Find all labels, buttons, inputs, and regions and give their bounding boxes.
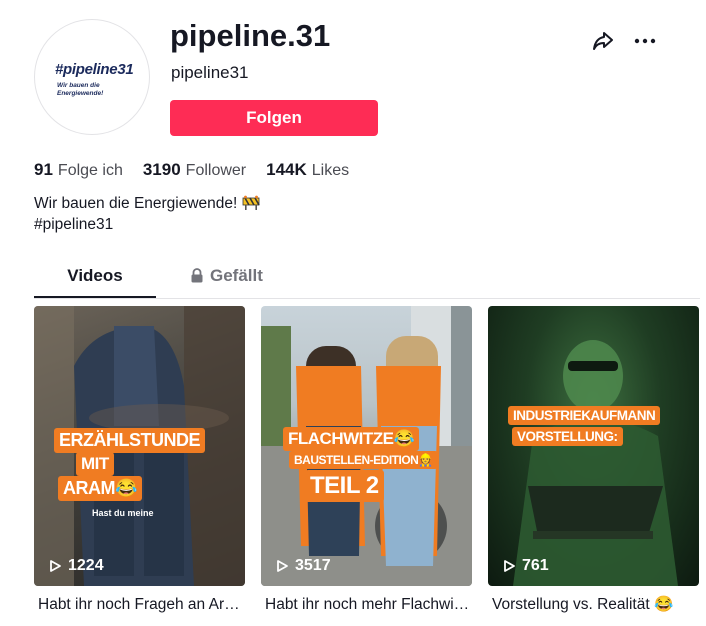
- view-count-value: 3517: [295, 557, 331, 574]
- lock-icon: [191, 268, 203, 283]
- overlay-line-2: BAUSTELLEN-EDITION👷: [289, 451, 438, 469]
- play-icon: [50, 560, 61, 572]
- tab-liked[interactable]: Gefällt: [190, 258, 310, 296]
- video-thumbnail[interactable]: ERZÄHLSTUNDE MIT ARAM😂 Hast du meine 122…: [34, 306, 245, 586]
- thumbnail-scene: [513, 340, 678, 586]
- overlay-title-2: BAUSTELLEN-EDITION👷: [289, 451, 438, 469]
- bio-text: Wir bauen die Energiewende!: [34, 195, 238, 212]
- profile-tabs: Videos Gefällt: [34, 258, 700, 299]
- view-count: 3517: [275, 557, 331, 575]
- overlay-line-1: INDUSTRIEKAUFMANN: [508, 406, 661, 425]
- follow-button[interactable]: Folgen: [170, 100, 378, 136]
- view-count-value: 761: [522, 557, 549, 574]
- video-card[interactable]: ERZÄHLSTUNDE MIT ARAM😂 Hast du meine 122…: [34, 306, 245, 615]
- likes-label: Likes: [311, 162, 350, 179]
- avatar[interactable]: #pipeline31 Wir bauen die Energiewende!: [34, 19, 150, 135]
- share-icon[interactable]: [590, 28, 616, 54]
- overlay-line-3: TEIL 2: [305, 470, 384, 502]
- video-card[interactable]: INDUSTRIEKAUFMANN VORSTELLUNG: 761 Vorst…: [488, 306, 699, 615]
- stat-following[interactable]: 91 Folge ich: [34, 160, 123, 180]
- avatar-logo-subtext: Wir bauen die Energiewende!: [57, 82, 104, 97]
- stat-likes: 144K Likes: [266, 160, 349, 180]
- video-caption[interactable]: Vorstellung vs. Realität 😂: [488, 595, 698, 615]
- following-count: 91: [34, 160, 53, 179]
- profile-stats: 91 Folge ich 3190 Follower 144K Likes: [34, 160, 369, 180]
- overlay-title-3: ARAM😂: [58, 476, 142, 501]
- overlay-subtitle: Hast du meine: [92, 508, 154, 518]
- followers-label: Follower: [185, 162, 247, 179]
- bio: Wir bauen die Energiewende! #pipeline31: [34, 193, 260, 235]
- username: pipeline.31: [170, 18, 331, 53]
- view-count-value: 1224: [68, 557, 104, 574]
- overlay-line-1: ERZÄHLSTUNDE: [54, 428, 205, 453]
- stat-followers[interactable]: 3190 Follower: [143, 160, 246, 180]
- tab-liked-label: Gefällt: [210, 266, 263, 285]
- tab-videos[interactable]: Videos: [34, 258, 156, 298]
- overlay-title: INDUSTRIEKAUFMANN: [508, 406, 661, 425]
- view-count: 761: [502, 557, 549, 575]
- view-count: 1224: [48, 557, 104, 575]
- video-caption[interactable]: Habt ihr noch mehr Flachwitze? #…: [261, 595, 471, 615]
- overlay-line-2: VORSTELLUNG:: [512, 427, 623, 446]
- bio-line-1: Wir bauen die Energiewende!: [34, 193, 260, 214]
- avatar-logo-text: #pipeline31: [55, 61, 134, 78]
- video-thumbnail[interactable]: INDUSTRIEKAUFMANN VORSTELLUNG: 761: [488, 306, 699, 586]
- likes-count: 144K: [266, 160, 307, 179]
- following-label: Folge ich: [57, 162, 123, 179]
- play-icon: [504, 560, 515, 572]
- overlay-title-3: TEIL 2: [305, 470, 384, 502]
- followers-count: 3190: [142, 160, 181, 179]
- video-caption[interactable]: Habt ihr noch Frageh an Aram? #…: [34, 595, 244, 615]
- overlay-line-1: FLACHWITZE😂: [283, 427, 420, 451]
- play-icon: [277, 560, 288, 572]
- more-options-icon[interactable]: [632, 28, 658, 54]
- nickname: pipeline31: [171, 63, 249, 82]
- overlay-line-3: ARAM😂: [58, 476, 142, 501]
- overlay-line-2: MIT: [76, 452, 114, 476]
- overlay-title-2: VORSTELLUNG:: [512, 427, 623, 446]
- construction-barrier-icon: [242, 195, 260, 211]
- bio-hashtag[interactable]: #pipeline31: [34, 214, 260, 235]
- overlay-title: ERZÄHLSTUNDE: [54, 428, 205, 453]
- video-card[interactable]: FLACHWITZE😂 BAUSTELLEN-EDITION👷 TEIL 2 3…: [261, 306, 472, 615]
- overlay-title-2: MIT: [76, 452, 114, 476]
- video-thumbnail[interactable]: FLACHWITZE😂 BAUSTELLEN-EDITION👷 TEIL 2 3…: [261, 306, 472, 586]
- overlay-title: FLACHWITZE😂: [283, 427, 420, 451]
